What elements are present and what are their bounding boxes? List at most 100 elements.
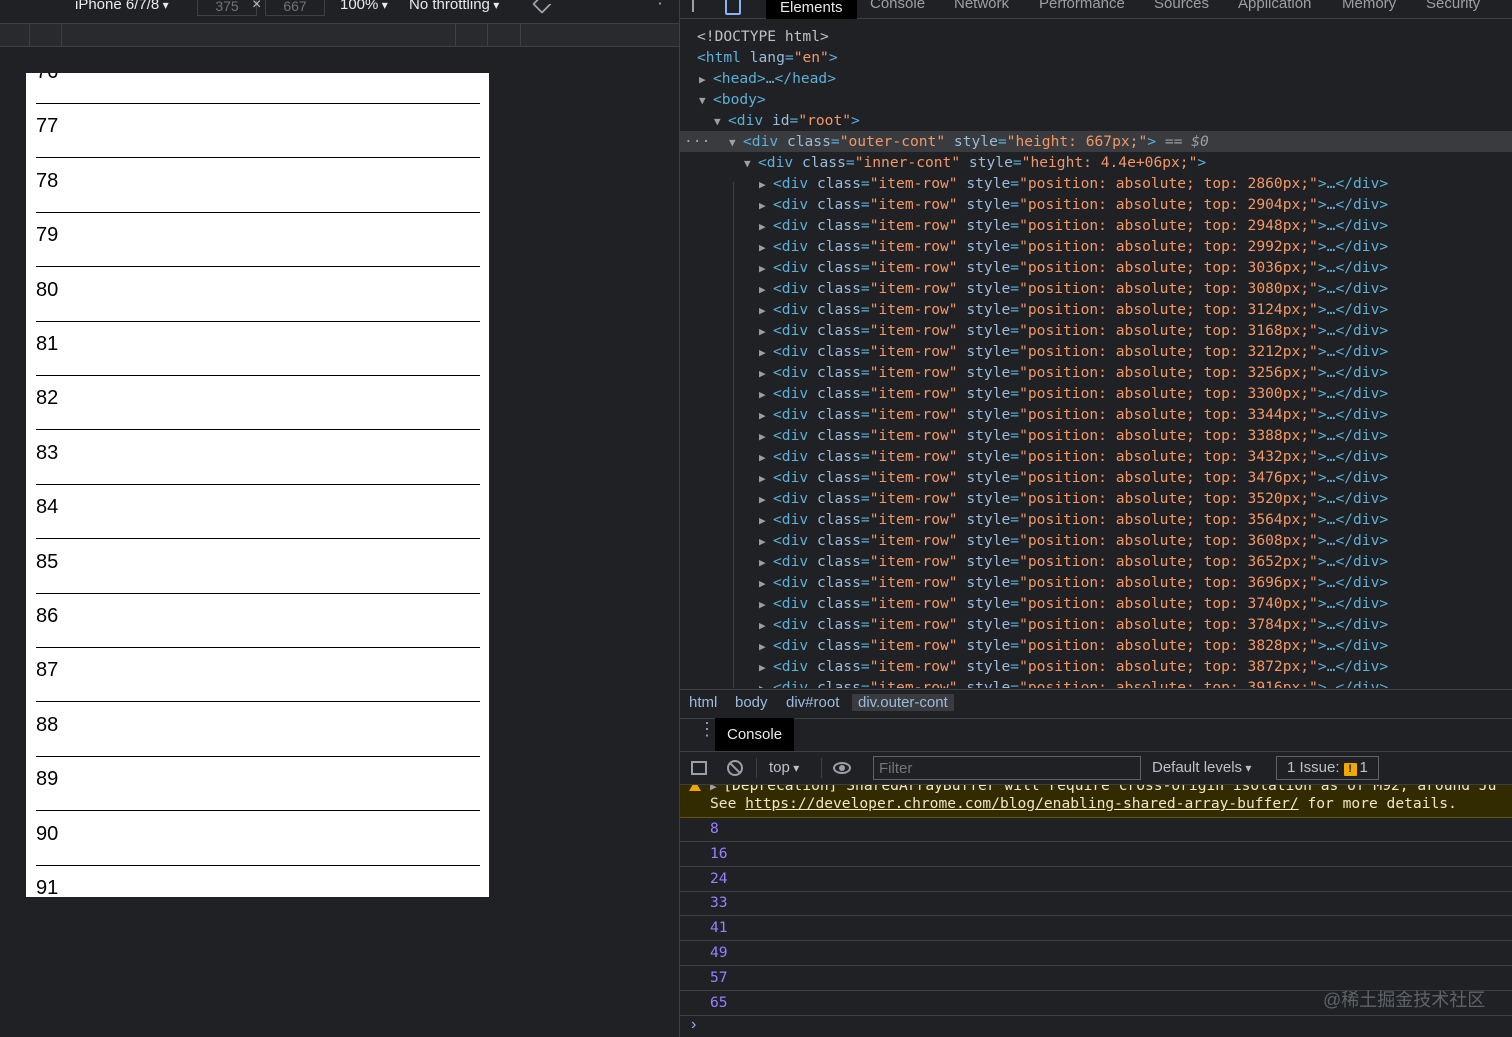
expand-arrow-icon[interactable]: ▶ (759, 279, 773, 300)
breadcrumb-div-outer-cont[interactable]: div.outer-cont (852, 694, 954, 711)
expand-arrow-icon[interactable]: ▶ (759, 195, 773, 216)
drawer-menu-icon[interactable]: ⋮ (698, 720, 716, 738)
zoom-select[interactable]: 100% (340, 0, 388, 13)
dom-item-row[interactable]: ▶<div class="item-row" style="position: … (680, 299, 1512, 320)
media-query-segment[interactable] (455, 24, 488, 46)
dom-item-row[interactable]: ▶<div class="item-row" style="position: … (680, 383, 1512, 404)
expand-arrow-icon[interactable]: ▶ (759, 636, 773, 657)
dom-root[interactable]: ▼ <div id="root"> (680, 110, 1512, 131)
context-select[interactable]: top (769, 759, 799, 776)
clear-console-icon[interactable] (727, 760, 743, 776)
tab-network[interactable]: Network (954, 0, 1009, 12)
tab-memory[interactable]: Memory (1342, 0, 1396, 12)
expand-arrow-icon[interactable]: ▶ (759, 678, 773, 688)
inspect-element-icon[interactable] (692, 0, 708, 12)
media-query-segment[interactable] (61, 24, 456, 46)
device-toolbar-toggle-icon[interactable] (725, 0, 741, 15)
more-actions-icon[interactable]: ··· (684, 131, 710, 152)
dom-item-row[interactable]: ▶<div class="item-row" style="position: … (680, 656, 1512, 677)
expand-arrow-icon[interactable]: ▶ (759, 216, 773, 237)
expand-arrow-icon[interactable]: ▶ (699, 69, 713, 90)
dom-body[interactable]: ▼ <body> (680, 89, 1512, 110)
expand-arrow-icon[interactable]: ▶ (759, 510, 773, 531)
expand-arrow-icon[interactable]: ▶ (759, 237, 773, 258)
dom-item-row[interactable]: ▶<div class="item-row" style="position: … (680, 257, 1512, 278)
expand-arrow-icon[interactable]: ▶ (759, 321, 773, 342)
expand-arrow-icon[interactable]: ▶ (759, 531, 773, 552)
tab-elements[interactable]: Elements (766, 0, 857, 19)
rotate-icon[interactable] (532, 0, 552, 14)
log-levels-select[interactable]: Default levels (1152, 759, 1251, 776)
collapse-arrow-icon[interactable]: ▼ (714, 111, 728, 132)
expand-arrow-icon[interactable]: ▶ (759, 342, 773, 363)
breadcrumb-html[interactable]: html (689, 694, 717, 711)
expand-arrow-icon[interactable]: ▶ (759, 552, 773, 573)
dom-item-row[interactable]: ▶<div class="item-row" style="position: … (680, 404, 1512, 425)
dom-item-row[interactable]: ▶<div class="item-row" style="position: … (680, 446, 1512, 467)
page-viewport[interactable]: 76 77 78 79 80 81 82 83 84 85 86 87 88 89 90 91 (26, 73, 489, 897)
expand-arrow-icon[interactable]: ▶ (759, 384, 773, 405)
expand-arrow-icon[interactable]: ▶ (759, 615, 773, 636)
expand-arrow-icon[interactable]: ▶ (759, 489, 773, 510)
dom-item-row[interactable]: ▶<div class="item-row" style="position: … (680, 530, 1512, 551)
dom-head[interactable]: ▶ <head>…</head> (680, 68, 1512, 89)
media-query-segment[interactable] (487, 24, 521, 46)
dom-item-row[interactable]: ▶<div class="item-row" style="position: … (680, 194, 1512, 215)
throttling-select[interactable]: No throttling (409, 0, 499, 13)
console-prompt[interactable]: › (691, 1016, 696, 1034)
expand-arrow-icon[interactable]: ▶ (759, 447, 773, 468)
collapse-arrow-icon[interactable]: ▼ (699, 90, 713, 111)
dom-item-row[interactable]: ▶<div class="item-row" style="position: … (680, 593, 1512, 614)
drawer-tab-console[interactable]: Console (715, 718, 795, 751)
dom-html[interactable]: <html lang="en"> (680, 47, 1512, 68)
dom-item-row[interactable]: ▶<div class="item-row" style="position: … (680, 362, 1512, 383)
expand-arrow-icon[interactable]: ▶ (759, 258, 773, 279)
collapse-arrow-icon[interactable]: ▼ (729, 132, 743, 153)
dom-item-row[interactable]: ▶<div class="item-row" style="position: … (680, 551, 1512, 572)
dom-item-row[interactable]: ▶<div class="item-row" style="position: … (680, 467, 1512, 488)
tab-sources[interactable]: Sources (1154, 0, 1209, 12)
dom-item-row[interactable]: ▶<div class="item-row" style="position: … (680, 488, 1512, 509)
expand-arrow-icon[interactable]: ▶ (759, 573, 773, 594)
dom-inner-cont[interactable]: ▼ <div class="inner-cont" style="height: … (680, 152, 1512, 173)
dom-item-row[interactable]: ▶<div class="item-row" style="position: … (680, 635, 1512, 656)
tab-security[interactable]: Security (1426, 0, 1480, 12)
viewport-width-input[interactable]: 375 (197, 0, 257, 16)
breadcrumb-div-root[interactable]: div#root (786, 694, 839, 711)
expand-arrow-icon[interactable]: ▶ (759, 594, 773, 615)
dom-item-row[interactable]: ▶<div class="item-row" style="position: … (680, 677, 1512, 688)
dom-item-row[interactable]: ▶<div class="item-row" style="position: … (680, 215, 1512, 236)
tab-application[interactable]: Application (1238, 0, 1311, 12)
dom-item-row[interactable]: ▶<div class="item-row" style="position: … (680, 572, 1512, 593)
dom-outer-cont-selected[interactable]: ··· ▼ <div class="outer-cont" style="heig… (680, 131, 1512, 152)
dom-item-row[interactable]: ▶<div class="item-row" style="position: … (680, 320, 1512, 341)
viewport-height-input[interactable]: 667 (265, 0, 325, 16)
tab-console[interactable]: Console (870, 0, 925, 12)
media-query-segment[interactable] (29, 24, 62, 46)
breadcrumb-body[interactable]: body (735, 694, 768, 711)
device-select[interactable]: iPhone 6/7/8 (75, 0, 169, 13)
expand-arrow-icon[interactable]: ▶ (759, 405, 773, 426)
dom-item-row[interactable]: ▶<div class="item-row" style="position: … (680, 278, 1512, 299)
media-query-segment[interactable] (0, 24, 30, 46)
expand-arrow-icon[interactable]: ▶ (759, 300, 773, 321)
dom-item-row[interactable]: ▶<div class="item-row" style="position: … (680, 341, 1512, 362)
dom-item-row[interactable]: ▶<div class="item-row" style="position: … (680, 614, 1512, 635)
dom-item-row[interactable]: ▶<div class="item-row" style="position: … (680, 236, 1512, 257)
expand-arrow-icon[interactable]: ▶ (759, 468, 773, 489)
sidebar-toggle-icon[interactable] (691, 761, 707, 775)
expand-arrow-icon[interactable]: ▶ (759, 426, 773, 447)
collapse-arrow-icon[interactable]: ▼ (744, 153, 758, 174)
console-filter-input[interactable] (873, 756, 1141, 780)
dom-item-row[interactable]: ▶<div class="item-row" style="position: … (680, 173, 1512, 194)
warning-link[interactable]: https://developer.chrome.com/blog/enabli… (745, 795, 1299, 812)
expand-arrow-icon[interactable]: ▶ (759, 363, 773, 384)
tab-performance[interactable]: Performance (1039, 0, 1125, 12)
issues-button[interactable]: 1 Issue:! 1 (1276, 756, 1379, 780)
expand-arrow-icon[interactable]: ▶ (759, 174, 773, 195)
expand-arrow-icon[interactable]: ▶ (759, 657, 773, 678)
dom-item-row[interactable]: ▶<div class="item-row" style="position: … (680, 509, 1512, 530)
live-expression-eye-icon[interactable] (833, 762, 851, 774)
dom-doctype[interactable]: <!DOCTYPE html> (680, 26, 1512, 47)
dom-item-row[interactable]: ▶<div class="item-row" style="position: … (680, 425, 1512, 446)
